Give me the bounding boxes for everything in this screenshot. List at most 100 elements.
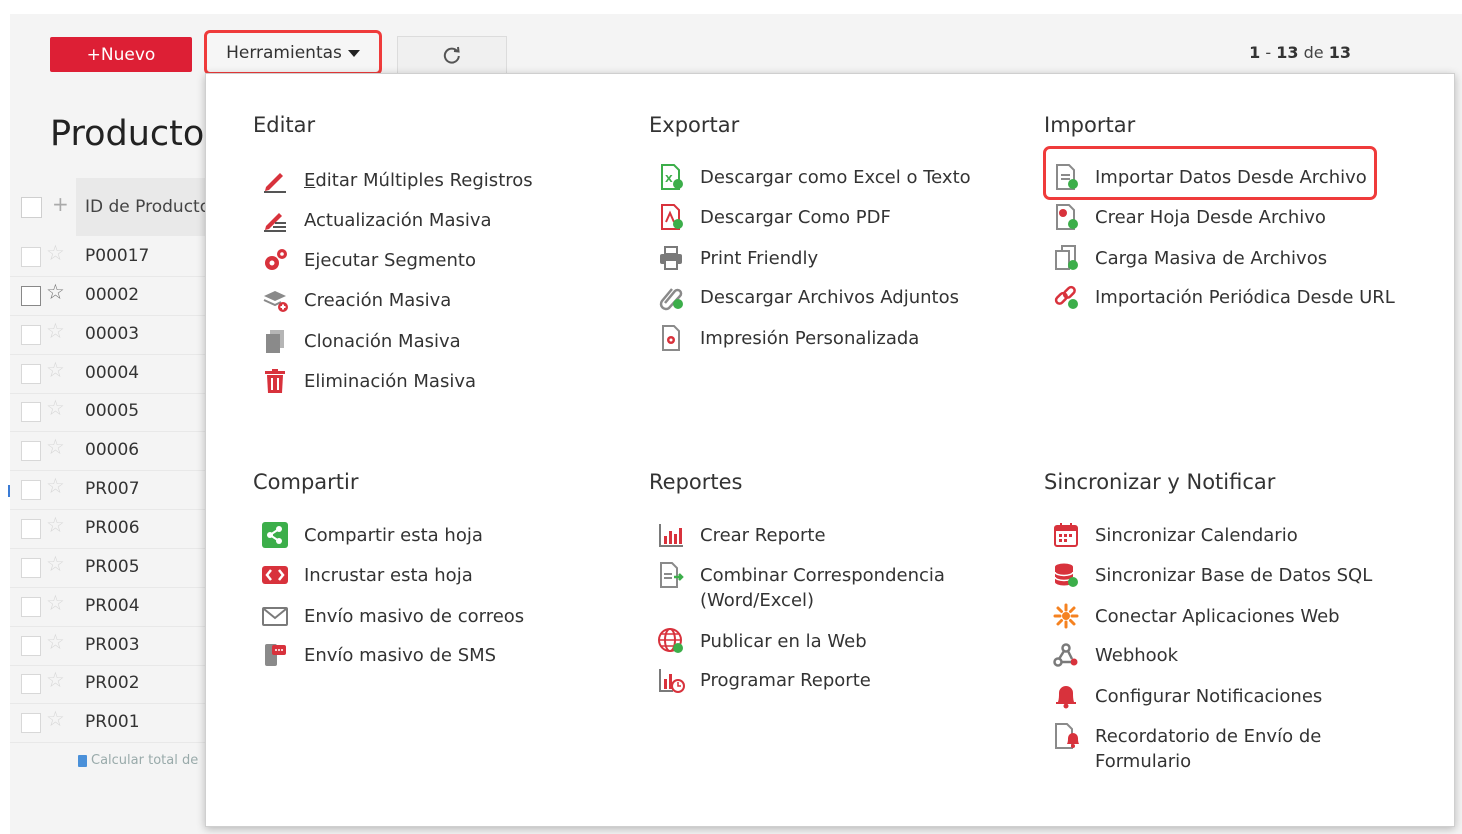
menu-item-combinar-correspondencia[interactable]: Combinar Correspondencia (Word/Excel) <box>656 560 956 613</box>
row-checkbox[interactable] <box>21 247 41 267</box>
menu-item-crear-hoja[interactable]: Crear Hoja Desde Archivo <box>1051 204 1326 232</box>
star-icon[interactable]: ☆ <box>46 515 65 536</box>
row-checkbox[interactable] <box>21 402 41 422</box>
calculate-total-link[interactable]: Calcular total de <box>78 753 206 768</box>
table-row[interactable]: ☆ PR001 <box>10 704 206 743</box>
bulk-edit-icon <box>260 205 290 235</box>
table-row[interactable]: ☆ PR007 <box>10 471 206 510</box>
scheduled-report-icon <box>656 665 686 695</box>
table-row[interactable]: ☆ PR002 <box>10 665 206 704</box>
row-checkbox[interactable] <box>21 480 41 500</box>
menu-item-eliminacion-masiva[interactable]: Eliminación Masiva <box>260 369 476 396</box>
star-icon[interactable]: ☆ <box>46 709 65 730</box>
row-checkbox[interactable] <box>21 325 41 345</box>
calculator-icon <box>78 754 87 767</box>
star-icon[interactable]: ☆ <box>46 476 65 497</box>
menu-item-clonacion-masiva[interactable]: Clonación Masiva <box>260 329 461 356</box>
row-checkbox[interactable] <box>21 674 41 694</box>
embed-code-icon <box>260 560 290 590</box>
refresh-icon <box>443 46 460 64</box>
menu-item-impresion-personalizada[interactable]: Impresión Personalizada <box>656 325 919 353</box>
menu-item-envio-correos[interactable]: Envío masivo de correos <box>260 604 524 631</box>
star-icon[interactable]: ☆ <box>46 593 65 614</box>
table-row[interactable]: ☆ 00005 <box>10 393 206 432</box>
star-icon[interactable]: ☆ <box>46 360 65 381</box>
section-importar-title: Importar <box>1044 113 1136 137</box>
star-icon[interactable]: ☆ <box>46 243 65 264</box>
row-checkbox[interactable] <box>21 286 41 306</box>
table-row[interactable]: ☆ PR004 <box>10 588 206 627</box>
menu-item-conectar-apps[interactable]: Conectar Aplicaciones Web <box>1051 603 1340 631</box>
menu-item-programar-reporte[interactable]: Programar Reporte <box>656 668 871 695</box>
menu-item-descargar-adjuntos[interactable]: Descargar Archivos Adjuntos <box>656 285 959 312</box>
row-checkbox[interactable] <box>21 713 41 733</box>
row-checkbox[interactable] <box>21 558 41 578</box>
menu-item-recordatorio-formulario[interactable]: Recordatorio de Envío de Formulario <box>1051 721 1361 774</box>
globe-icon <box>656 626 686 656</box>
star-icon[interactable]: ☆ <box>46 437 65 458</box>
row-checkbox[interactable] <box>21 519 41 539</box>
row-checkbox[interactable] <box>21 364 41 384</box>
refresh-button[interactable] <box>397 36 507 74</box>
menu-item-incrustar-hoja[interactable]: Incrustar esta hoja <box>260 563 473 590</box>
star-icon[interactable]: ☆ <box>46 282 65 303</box>
row-id: PR004 <box>85 596 140 616</box>
star-icon[interactable]: ☆ <box>46 321 65 342</box>
row-id: 00006 <box>85 440 140 460</box>
star-icon[interactable]: ☆ <box>46 398 65 419</box>
row-checkbox[interactable] <box>21 441 41 461</box>
table-row[interactable]: ☆ 00004 <box>10 355 206 394</box>
menu-item-print-friendly[interactable]: Print Friendly <box>656 246 818 273</box>
envelope-icon <box>260 601 290 631</box>
share-icon <box>260 520 290 550</box>
add-column-icon[interactable]: + <box>52 192 69 216</box>
menu-item-configurar-notificaciones[interactable]: Configurar Notificaciones <box>1051 684 1322 711</box>
menu-item-importar-datos[interactable]: Importar Datos Desde Archivo <box>1051 164 1367 192</box>
row-checkbox[interactable] <box>21 597 41 617</box>
menu-item-envio-sms[interactable]: Envío masivo de SMS <box>260 643 496 670</box>
sms-phone-icon <box>260 640 290 670</box>
menu-item-actualizacion-masiva[interactable]: Actualización Masiva <box>260 208 492 235</box>
section-reportes-title: Reportes <box>649 470 743 494</box>
menu-item-descargar-pdf[interactable]: Descargar Como PDF <box>656 202 891 232</box>
menu-item-descargar-excel[interactable]: X Descargar como Excel o Texto <box>656 164 971 192</box>
section-exportar-title: Exportar <box>649 113 740 137</box>
table-row[interactable]: ☆ 00006 <box>10 432 206 471</box>
menu-item-webhook[interactable]: Webhook <box>1051 643 1178 670</box>
menu-item-sincronizar-sql[interactable]: Sincronizar Base de Datos SQL <box>1051 563 1372 590</box>
star-icon[interactable]: ☆ <box>46 670 65 691</box>
table-row[interactable]: ☆ P00017 <box>10 238 206 277</box>
menu-item-compartir-hoja[interactable]: Compartir esta hoja <box>260 520 483 550</box>
menu-item-importacion-periodica[interactable]: Importación Periódica Desde URL <box>1051 285 1395 312</box>
section-sincronizar-title: Sincronizar y Notificar <box>1044 470 1276 494</box>
menu-item-ejecutar-segmento[interactable]: Ejecutar Segmento <box>260 248 476 275</box>
row-id: PR002 <box>85 673 140 693</box>
star-icon[interactable]: ☆ <box>46 632 65 653</box>
star-icon[interactable]: ☆ <box>46 554 65 575</box>
menu-item-crear-reporte[interactable]: Crear Reporte <box>656 523 826 550</box>
pdf-download-icon <box>656 202 686 232</box>
menu-item-creacion-masiva[interactable]: Creación Masiva <box>260 288 451 315</box>
table-row[interactable]: ☆ PR003 <box>10 627 206 666</box>
menu-item-publicar-web[interactable]: Publicar en la Web <box>656 626 867 656</box>
table-row[interactable]: ☆ PR005 <box>10 549 206 588</box>
mail-merge-icon <box>656 560 686 590</box>
caret-down-icon <box>347 50 360 57</box>
tools-dropdown-button[interactable]: Herramientas <box>204 30 382 75</box>
select-all-checkbox[interactable] <box>21 197 42 218</box>
menu-item-carga-masiva[interactable]: Carga Masiva de Archivos <box>1051 245 1327 273</box>
menu-item-editar-multiples[interactable]: Editar Múltiples Registros <box>260 168 533 195</box>
svg-text:X: X <box>665 174 673 185</box>
row-checkbox[interactable] <box>21 636 41 656</box>
tools-button-label: Herramientas <box>226 42 342 63</box>
menu-item-sincronizar-calendario[interactable]: Sincronizar Calendario <box>1051 523 1298 550</box>
new-record-button[interactable]: +Nuevo <box>50 37 192 72</box>
column-header-id[interactable]: ID de Producto <box>76 178 206 236</box>
side-handle[interactable] <box>8 485 14 497</box>
table-row[interactable]: ☆ PR006 <box>10 510 206 549</box>
table-row[interactable]: ☆ 00002 <box>10 277 206 316</box>
form-reminder-icon <box>1051 721 1081 751</box>
edit-pencil-icon <box>260 165 290 195</box>
row-id: PR003 <box>85 635 140 655</box>
table-row[interactable]: ☆ 00003 <box>10 316 206 355</box>
